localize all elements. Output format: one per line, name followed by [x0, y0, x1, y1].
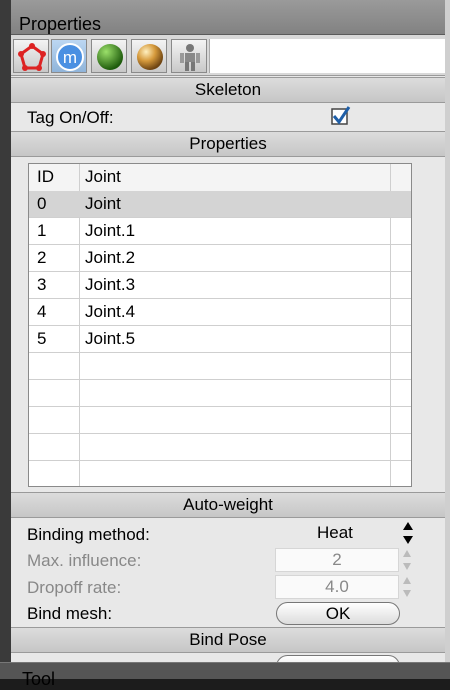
table-row[interactable]: 3 Joint.3	[29, 272, 411, 299]
tab-material[interactable]: m	[51, 39, 87, 73]
right-panel-edge	[445, 0, 450, 678]
table-row-empty	[29, 407, 411, 434]
tab-gold-sphere[interactable]	[131, 39, 167, 73]
joint-id-cell: 4	[37, 302, 47, 321]
select-arrows-icon[interactable]	[402, 520, 414, 546]
stepper-arrows-icon[interactable]	[402, 576, 412, 598]
bind-pose-button[interactable]	[276, 655, 400, 662]
panel-title: Properties	[19, 14, 102, 34]
dropoff-rate-field[interactable]: 4.0	[275, 575, 399, 599]
bind-mesh-ok-button[interactable]: OK	[276, 602, 400, 625]
table-row[interactable]: 1 Joint.1	[29, 218, 411, 245]
column-header-id[interactable]: ID	[37, 167, 54, 187]
properties-panel: Properties m Skeleton Tag On/Off: Proper…	[11, 0, 445, 662]
joint-name-cell: Joint.3	[85, 275, 136, 294]
joint-id-cell: 1	[37, 221, 47, 240]
binding-method-select[interactable]: Heat	[317, 523, 353, 543]
joint-table[interactable]: ID Joint 0 Joint 1 Joint.1 2 Joint.2 3 Joint.3 4…	[28, 163, 412, 487]
tab-skeleton-figure[interactable]	[171, 39, 207, 73]
table-row-empty	[29, 380, 411, 407]
tab-green-sphere[interactable]	[91, 39, 127, 73]
figure-skeleton-icon	[180, 44, 200, 71]
table-row-empty	[29, 434, 411, 461]
joint-id-cell: 2	[37, 248, 47, 267]
tab-polygon-object[interactable]	[13, 39, 49, 73]
stepper-arrows-icon[interactable]	[402, 549, 412, 571]
table-header: ID Joint	[29, 164, 411, 192]
table-row-empty	[29, 353, 411, 380]
joint-name-cell: Joint	[85, 194, 121, 213]
panel-titlebar[interactable]: Properties	[11, 0, 445, 35]
section-header-bind-pose[interactable]: Bind Pose	[11, 627, 445, 653]
joint-name-cell: Joint.1	[85, 221, 136, 240]
tag-toggle-label: Tag On/Off:	[27, 108, 114, 127]
material-m-icon: m	[56, 43, 84, 71]
svg-text:m: m	[63, 48, 77, 67]
table-row[interactable]: 0 Joint	[29, 191, 411, 218]
joint-id-cell: 3	[37, 275, 47, 294]
max-influence-label: Max. influence:	[27, 551, 142, 570]
section-header-skeleton[interactable]: Skeleton	[11, 77, 445, 103]
section-header-properties[interactable]: Properties	[11, 131, 445, 157]
green-sphere-icon	[97, 44, 123, 70]
max-influence-field[interactable]: 2	[275, 548, 399, 572]
table-row[interactable]: 2 Joint.2	[29, 245, 411, 272]
joint-id-cell: 0	[37, 194, 47, 213]
table-row-empty	[29, 461, 411, 486]
dropoff-rate-label: Dropoff rate:	[27, 578, 122, 597]
polygon-object-icon	[18, 43, 46, 71]
binding-method-label: Binding method:	[27, 525, 150, 544]
table-row[interactable]: 5 Joint.5	[29, 326, 411, 353]
tab-strip-empty	[209, 39, 445, 73]
bind-mesh-label: Bind mesh:	[27, 604, 113, 623]
tag-checkbox[interactable]	[331, 106, 351, 126]
bottom-panel-titlebar[interactable]: Tool	[0, 662, 450, 689]
section-header-auto-weight[interactable]: Auto-weight	[11, 492, 445, 518]
joint-name-cell: Joint.5	[85, 329, 136, 348]
joint-name-cell: Joint.2	[85, 248, 136, 267]
joint-id-cell: 5	[37, 329, 47, 348]
column-header-joint[interactable]: Joint	[85, 167, 121, 187]
table-row[interactable]: 4 Joint.4	[29, 299, 411, 326]
gold-sphere-icon	[137, 44, 163, 70]
bottom-panel-title: Tool	[22, 669, 56, 689]
joint-name-cell: Joint.4	[85, 302, 136, 321]
property-tabs: m	[11, 35, 445, 76]
